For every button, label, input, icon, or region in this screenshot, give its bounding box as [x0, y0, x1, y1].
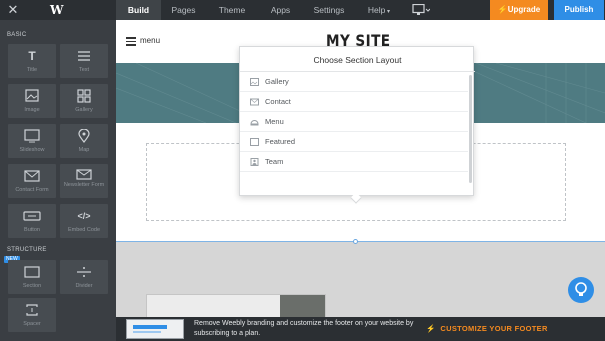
element-contact-form[interactable]: Contact Form [8, 164, 56, 198]
section-layout-dropdown: Choose Section Layout Gallery Contact Me… [239, 46, 475, 204]
element-spacer[interactable]: Spacer [8, 298, 56, 332]
element-button[interactable]: Button [8, 204, 56, 238]
element-label: Text [78, 67, 90, 73]
envelope-icon [24, 170, 40, 182]
tab-apps[interactable]: Apps [258, 0, 303, 20]
help-button[interactable] [568, 277, 594, 303]
basic-section-label: BASIC [7, 32, 27, 38]
dropdown-scrollbar[interactable] [469, 75, 472, 183]
element-section[interactable]: Section [8, 260, 56, 294]
lightning-icon: ⚡ [426, 324, 436, 333]
gallery-icon [250, 78, 259, 86]
element-slideshow[interactable]: Slideshow [8, 124, 56, 158]
tab-build[interactable]: Build [116, 0, 161, 20]
element-label: Contact Form [15, 187, 49, 193]
element-label: Title [26, 67, 38, 73]
top-bar: ✕ W Build Pages Theme Apps Settings Help… [0, 0, 605, 20]
layout-item-menu[interactable]: Menu [240, 112, 468, 132]
customize-footer-label: CUSTOMIZE YOUR FOOTER [440, 324, 548, 333]
footer-preview-thumbnail [126, 319, 184, 339]
chevron-down-icon: ▾ [385, 9, 391, 15]
element-label: Image [24, 107, 40, 113]
gallery-icon [77, 89, 91, 103]
section-icon [24, 266, 40, 278]
element-label: Button [24, 227, 40, 233]
element-newsletter-form[interactable]: Newsletter Form [60, 164, 108, 198]
tab-help[interactable]: Help ▾ [358, 0, 400, 20]
upgrade-button[interactable]: ⚡Upgrade [490, 0, 548, 20]
menu-label: menu [140, 36, 161, 45]
promo-text: Remove Weebly branding and customize the… [194, 320, 414, 337]
element-divider[interactable]: Divider [60, 260, 108, 294]
section-boundary-line [116, 241, 605, 242]
newsletter-icon [76, 169, 92, 180]
publish-button[interactable]: Publish [554, 0, 604, 20]
button-icon [23, 211, 41, 221]
element-label: Newsletter Form [63, 182, 105, 188]
featured-icon [250, 138, 259, 146]
layout-item-gallery[interactable]: Gallery [240, 72, 468, 92]
element-label: Gallery [75, 107, 93, 113]
desktop-icon[interactable] [412, 4, 430, 16]
spacer-icon [26, 304, 38, 316]
customize-footer-link[interactable]: ⚡ CUSTOMIZE YOUR FOOTER [426, 324, 548, 333]
element-image[interactable]: Image [8, 84, 56, 118]
element-label: Divider [75, 283, 93, 289]
menu-cloche-icon [250, 120, 259, 126]
title-icon: T [28, 49, 36, 63]
upgrade-label: Upgrade [507, 5, 541, 14]
hamburger-icon [126, 37, 136, 46]
layout-item-featured[interactable]: Featured [240, 132, 468, 152]
element-label: Embed Code [67, 227, 101, 233]
lightning-icon: ⚡ [497, 5, 508, 14]
map-pin-icon [78, 129, 90, 143]
tab-pages[interactable]: Pages [161, 0, 206, 20]
element-sidebar: BASIC T Title Text Image Gallery Slidesh… [0, 20, 116, 341]
layout-item-label: Team [265, 157, 284, 166]
divider-icon [77, 267, 91, 277]
layout-item-label: Contact [265, 97, 291, 106]
slideshow-icon [24, 129, 40, 143]
tab-help-label: Help [367, 5, 386, 15]
element-label: Map [78, 147, 90, 153]
section-handle[interactable] [353, 239, 358, 244]
element-label: Slideshow [19, 147, 45, 153]
weebly-logo: W [50, 3, 64, 17]
element-gallery[interactable]: Gallery [60, 84, 108, 118]
footer-image-block[interactable] [146, 294, 326, 317]
element-title[interactable]: T Title [8, 44, 56, 78]
structure-section-label: STRUCTURE [7, 247, 47, 253]
text-icon [78, 51, 90, 61]
layout-item-label: Gallery [265, 77, 289, 86]
layout-item-label: Menu [265, 117, 284, 126]
element-label: Section [22, 283, 42, 289]
layout-item-team[interactable]: Team [240, 152, 468, 172]
image-icon [25, 89, 39, 102]
code-icon: </> [77, 211, 91, 221]
dropdown-title: Choose Section Layout [313, 55, 402, 65]
envelope-icon [250, 98, 259, 106]
team-icon [250, 158, 259, 166]
element-label: Spacer [23, 321, 41, 327]
element-map[interactable]: Map [60, 124, 108, 158]
layout-item-label: Featured [265, 137, 296, 146]
element-embed-code[interactable]: </> Embed Code [60, 204, 108, 238]
footer-promo-bar: Remove Weebly branding and customize the… [116, 317, 605, 341]
tab-theme[interactable]: Theme [206, 0, 258, 20]
element-text[interactable]: Text [60, 44, 108, 78]
close-icon[interactable]: ✕ [6, 2, 20, 18]
tab-settings[interactable]: Settings [303, 0, 355, 20]
layout-item-contact[interactable]: Contact [240, 92, 468, 112]
lightbulb-icon [575, 282, 587, 296]
